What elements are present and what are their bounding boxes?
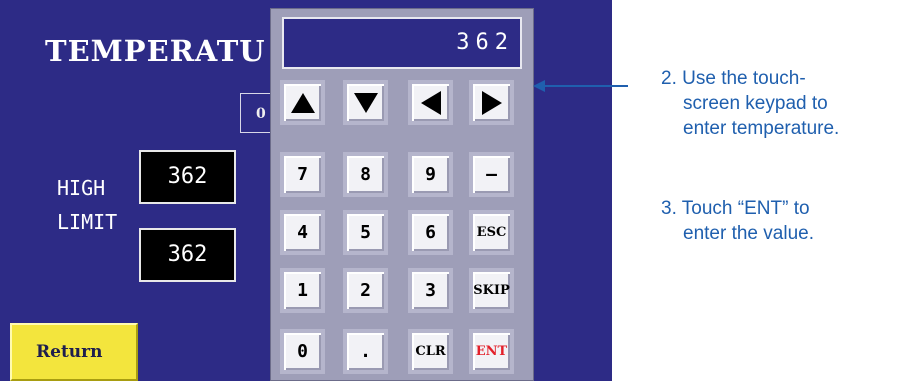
key-8[interactable]: 8 (343, 152, 388, 197)
callout-arrow-line (538, 85, 628, 87)
key-decimal[interactable]: . (343, 329, 388, 374)
key-skip[interactable]: SKIP (469, 268, 514, 313)
limit-value-field[interactable]: 362 (139, 228, 236, 282)
key-2[interactable]: 2 (343, 268, 388, 313)
instruction-line: 3. Touch “ENT” to (661, 198, 810, 219)
left-triangle-icon (420, 90, 441, 115)
down-triangle-icon (353, 92, 378, 113)
screen-title: TEMPERATU (45, 34, 266, 68)
instruction-step-2: 2. Use the touch- screen keypad to enter… (661, 66, 839, 141)
up-arrow-key[interactable] (280, 80, 325, 125)
high-label: HIGH (57, 176, 106, 200)
instruction-line: screen keypad to (683, 93, 828, 114)
keypad-display: 362 (282, 17, 522, 69)
right-arrow-key[interactable] (469, 80, 514, 125)
instruction-line: enter the value. (683, 223, 814, 244)
touch-keypad: 362 7 8 9 — 4 5 6 ESC 1 2 3 SKIP 0 . CLR… (270, 8, 534, 381)
key-1[interactable]: 1 (280, 268, 325, 313)
key-ent[interactable]: ENT (469, 329, 514, 374)
left-arrow-key[interactable] (408, 80, 453, 125)
callout-arrow-head-icon (533, 80, 545, 92)
key-4[interactable]: 4 (280, 210, 325, 255)
up-triangle-icon (290, 92, 315, 113)
return-button[interactable]: Return (10, 323, 138, 381)
key-0[interactable]: 0 (280, 329, 325, 374)
key-minus[interactable]: — (469, 152, 514, 197)
instruction-line: enter temperature. (683, 118, 840, 139)
key-3[interactable]: 3 (408, 268, 453, 313)
key-7[interactable]: 7 (280, 152, 325, 197)
limit-label: LIMIT (57, 210, 118, 234)
key-esc[interactable]: ESC (469, 210, 514, 255)
down-arrow-key[interactable] (343, 80, 388, 125)
key-6[interactable]: 6 (408, 210, 453, 255)
high-value-field[interactable]: 362 (139, 150, 236, 204)
key-5[interactable]: 5 (343, 210, 388, 255)
instruction-step-3: 3. Touch “ENT” to enter the value. (661, 196, 814, 246)
key-clr[interactable]: CLR (408, 329, 453, 374)
instruction-line: 2. Use the touch- (661, 68, 806, 89)
key-9[interactable]: 9 (408, 152, 453, 197)
right-triangle-icon (481, 90, 502, 115)
